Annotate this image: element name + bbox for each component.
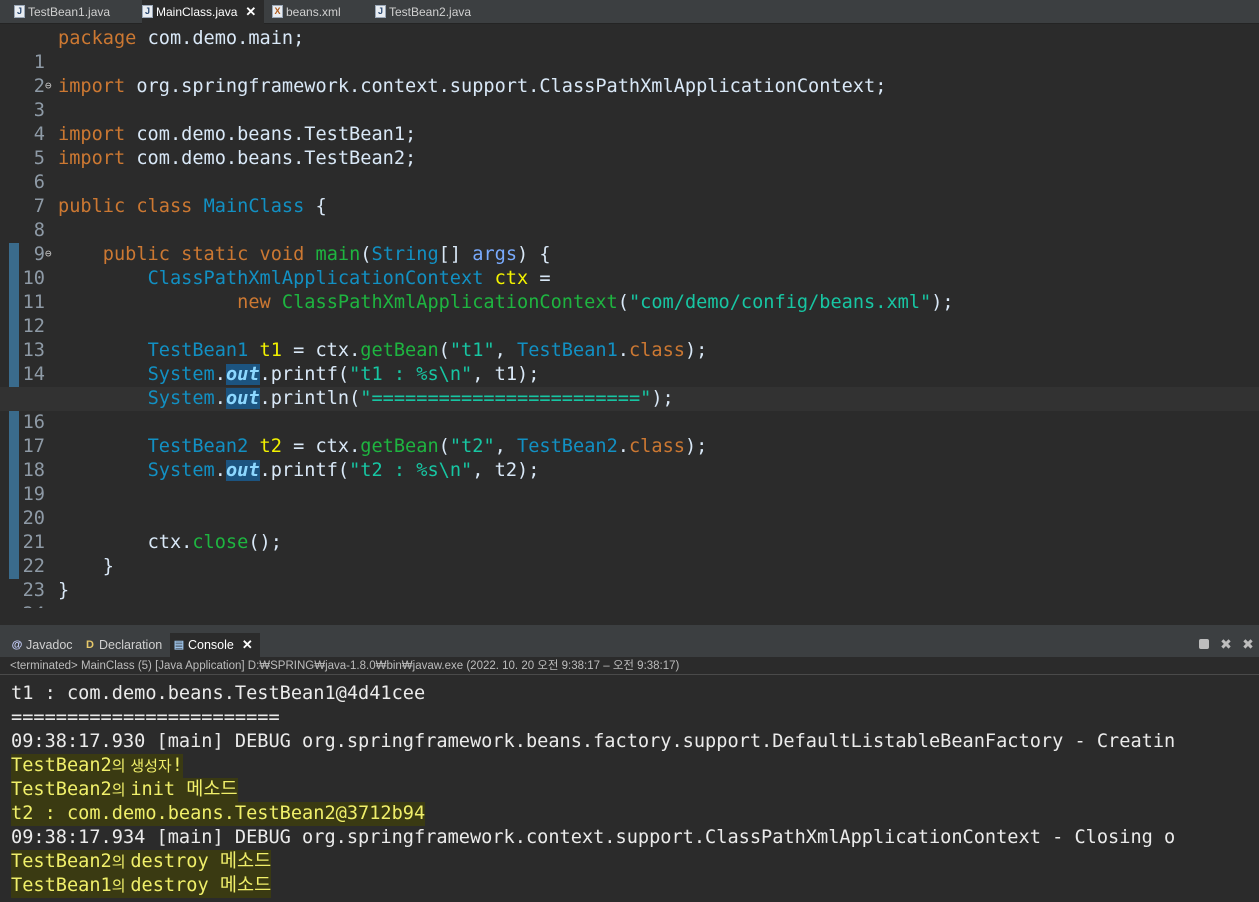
code-line: 17 bbox=[0, 411, 1259, 457]
code-line: 9 bbox=[0, 219, 1259, 265]
code-line: 7 bbox=[0, 171, 1259, 217]
code-line: 23 } bbox=[0, 555, 1259, 601]
close-icon[interactable]: ✕ bbox=[242, 637, 253, 653]
code-line: 20 bbox=[0, 483, 1259, 529]
code-editor[interactable]: 1 package com.demo.main; 2 3 ⊖ import or… bbox=[0, 25, 1259, 608]
tab-beans-xml[interactable]: X beans.xml bbox=[272, 0, 368, 24]
console-line: TestBean2의 destroy 메소드 bbox=[11, 850, 272, 874]
code-line: 3 ⊖ import org.springframework.context.s… bbox=[0, 75, 1259, 121]
console-icon: ▤ bbox=[173, 639, 185, 651]
code-line: 2 bbox=[0, 51, 1259, 97]
tab-testbean2-java[interactable]: J TestBean2.java bbox=[375, 0, 495, 24]
console-line: t1 : com.demo.beans.TestBean1@4d41cee bbox=[11, 683, 426, 704]
code-line: 19 System.out.printf("t2 : %s\n", t2); bbox=[0, 459, 1259, 505]
code-line: 4 bbox=[0, 99, 1259, 145]
console-line: TestBean2의 생성자! bbox=[11, 754, 183, 778]
fold-toggle-icon[interactable]: ⊖ bbox=[45, 243, 55, 265]
tab-label: Declaration bbox=[99, 638, 163, 652]
java-file-icon: J bbox=[14, 5, 25, 18]
xml-file-icon: X bbox=[272, 5, 283, 18]
console-line: t2 : com.demo.beans.TestBean2@3712b94 bbox=[11, 802, 426, 826]
tab-mainclass-java[interactable]: J MainClass.java ✕ bbox=[142, 0, 264, 24]
declaration-icon: D bbox=[86, 639, 94, 651]
line-number: 24 bbox=[0, 603, 45, 608]
panel-splitter[interactable] bbox=[0, 625, 1259, 633]
console-line: TestBean2의 init 메소드 bbox=[11, 778, 238, 802]
console-status-line: <terminated> MainClass (5) [Java Applica… bbox=[0, 657, 1259, 675]
tab-label: Console bbox=[188, 638, 234, 652]
console-line: ======================== bbox=[11, 707, 280, 728]
editor-tab-bar: J TestBean1.java J MainClass.java ✕ X be… bbox=[0, 0, 1259, 24]
console-line: TestBean1의 destroy 메소드 bbox=[11, 874, 272, 898]
code-line-current: 16 System.out.println("=================… bbox=[0, 387, 1259, 433]
tab-label: TestBean1.java bbox=[28, 5, 111, 19]
code-line: 8 public class MainClass { bbox=[0, 195, 1259, 241]
tab-label: Javadoc bbox=[26, 638, 73, 652]
java-file-icon: J bbox=[142, 5, 153, 18]
view-tab-bar: @ Javadoc D Declaration ▤ Console ✕ ✖ ✖ bbox=[0, 633, 1259, 657]
code-line: 11 ClassPathXmlApplicationContext ctx = bbox=[0, 267, 1259, 313]
code-line: 6 import com.demo.beans.TestBean2; bbox=[0, 147, 1259, 193]
stop-icon[interactable] bbox=[1197, 638, 1211, 652]
code-line: 21 bbox=[0, 507, 1259, 553]
code-line: 15 System.out.printf("t1 : %s\n", t1); bbox=[0, 363, 1259, 409]
remove-launch-icon[interactable]: ✖ bbox=[1219, 638, 1233, 652]
java-file-icon: J bbox=[375, 5, 386, 18]
tab-label: TestBean2.java bbox=[389, 5, 472, 19]
code-line: 12 new ClassPathXmlApplicationContext("c… bbox=[0, 291, 1259, 337]
tab-declaration[interactable]: D Declaration bbox=[81, 633, 167, 657]
javadoc-icon: @ bbox=[11, 639, 23, 651]
code-line: 24 } bbox=[0, 579, 1259, 608]
tab-label: MainClass.java bbox=[156, 5, 238, 19]
console-line: 09:38:17.930 [main] DEBUG org.springfram… bbox=[11, 731, 1176, 752]
code-line: 1 package com.demo.main; bbox=[0, 27, 1259, 73]
console-line: 09:38:17.934 [main] DEBUG org.springfram… bbox=[11, 827, 1176, 848]
code-line: 10 ⊖ public static void main(String[] ar… bbox=[0, 243, 1259, 289]
code-line: 13 bbox=[0, 315, 1259, 361]
console-output[interactable]: t1 : com.demo.beans.TestBean1@4d41cee ==… bbox=[0, 680, 1259, 902]
console-toolbar: ✖ ✖ bbox=[1197, 633, 1259, 657]
code-line: 5 import com.demo.beans.TestBean1; bbox=[0, 123, 1259, 169]
tab-testbean1-java[interactable]: J TestBean1.java bbox=[14, 0, 136, 24]
tab-javadoc[interactable]: @ Javadoc bbox=[8, 633, 78, 657]
tab-console[interactable]: ▤ Console ✕ bbox=[170, 633, 260, 657]
code-line: 18 TestBean2 t2 = ctx.getBean("t2", Test… bbox=[0, 435, 1259, 481]
tab-label: beans.xml bbox=[286, 5, 341, 19]
remove-all-icon[interactable]: ✖ bbox=[1241, 638, 1255, 652]
code-line: 22 ctx.close(); bbox=[0, 531, 1259, 577]
code-line: 14 TestBean1 t1 = ctx.getBean("t1", Test… bbox=[0, 339, 1259, 385]
fold-toggle-icon[interactable]: ⊖ bbox=[45, 75, 55, 97]
close-icon[interactable]: ✕ bbox=[245, 4, 256, 20]
